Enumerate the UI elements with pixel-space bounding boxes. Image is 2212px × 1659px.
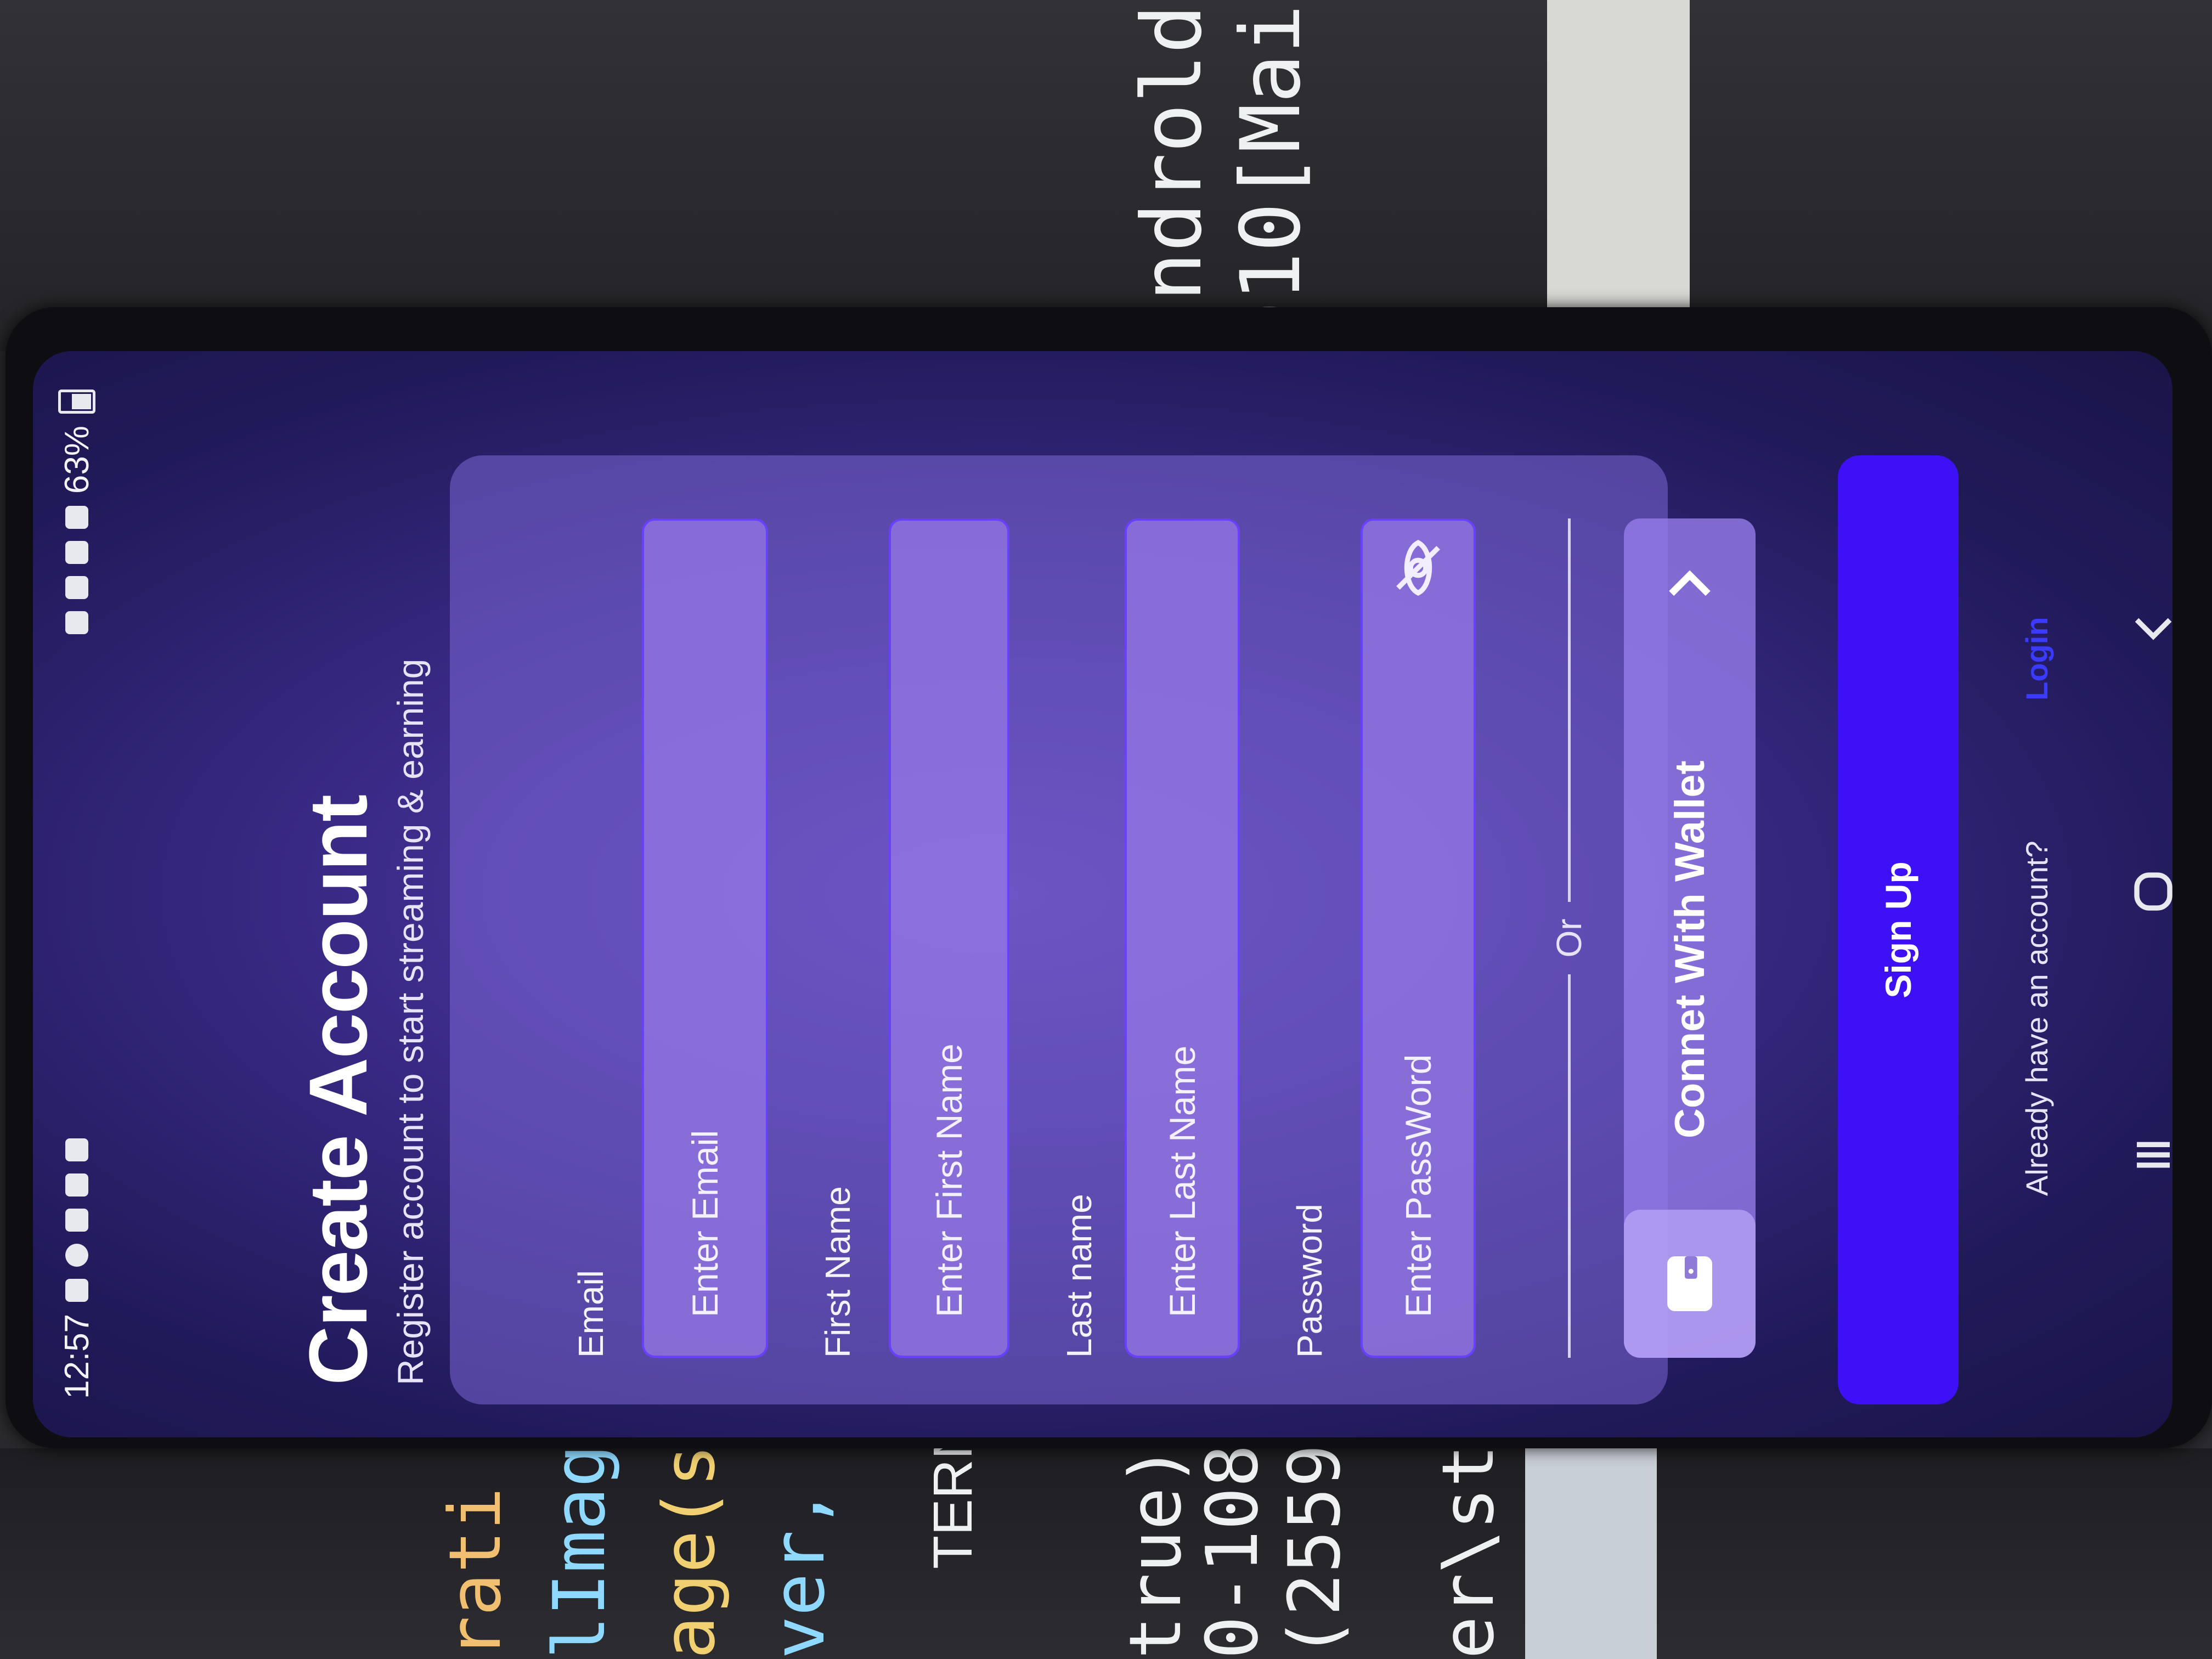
bg-code-line: ver, [757,1487,840,1659]
or-text: Or [1549,918,1589,958]
or-divider: Or [1547,518,1591,1358]
notification-icon [65,1173,88,1197]
monitor-light-strip-bottom [1525,1432,1657,1659]
last-name-input[interactable]: Enter Last Name [1125,518,1240,1358]
bg-code-line: 0-108 [1190,1444,1274,1659]
password-label: Password [1290,1204,1329,1358]
bg-code-line: androld.F [1125,0,1220,351]
connect-wallet-button[interactable]: Connet With Wallet [1624,518,1756,1358]
page-title: Create Account [292,795,384,1385]
monitor-bottom [0,1448,2212,1659]
connect-wallet-label: Connet With Wallet [1666,760,1713,1138]
bg-code-line: 010[MainAc [1223,0,1319,351]
bg-code-line: age(s [647,1444,731,1659]
wallet-icon [1667,1256,1712,1311]
navigation-bar [2112,549,2200,1317]
bg-code-line: (2559 [1273,1444,1356,1659]
monitor-top [0,0,2212,351]
first-name-input[interactable]: Enter First Name [889,518,1009,1358]
password-input[interactable]: Enter PassWord [1361,518,1476,1358]
phone-screen: 12:57 63% Create Account Register accoun… [33,351,2172,1437]
create-account-screen: 12:57 63% Create Account Register accoun… [33,351,2172,1437]
wifi-icon [65,541,88,565]
chevron-right-icon [1669,570,1711,596]
mute-icon [65,576,88,600]
battery-icon [58,390,95,414]
already-have-account-text: Already have an account? [2019,840,2054,1196]
whatsapp-icon [65,1243,88,1267]
first-name-label: First Name [818,1186,857,1358]
email-label: Email [571,1269,611,1358]
bg-code-line: rati [433,1487,517,1659]
status-time: 12:57 [58,1313,96,1399]
recent-apps-icon[interactable] [2129,1130,2178,1180]
alarm-icon [65,611,88,635]
password-placeholder: Enter PassWord [1398,1054,1438,1317]
last-name-label: Last name [1059,1194,1099,1358]
page-subtitle: Register account to start streaming & ea… [390,658,431,1385]
eye-off-icon[interactable] [1388,538,1448,598]
message-icon [65,1278,88,1302]
status-bar: 12:57 63% [33,351,121,1437]
battery-percent: 63% [58,426,96,494]
bg-code-line: lImag [538,1444,621,1659]
notification-icon [65,1208,88,1232]
email-input[interactable]: Enter Email [642,518,768,1358]
divider-line [1567,974,1571,1358]
status-right: 63% [58,390,97,635]
monitor-light-strip-top [1547,0,1690,357]
sign-up-button[interactable]: Sign Up [1838,455,1959,1404]
status-left: 12:57 [58,1138,97,1399]
divider-line [1567,518,1571,902]
login-prompt: Already have an account? Login [2019,617,2055,1196]
notification-icon [65,1138,88,1161]
bg-code-line: true) [1114,1444,1197,1659]
back-icon[interactable] [2129,603,2178,653]
signal-icon [65,506,88,529]
login-link[interactable]: Login [2019,617,2054,700]
wallet-icon-box [1624,1210,1756,1358]
home-icon[interactable] [2129,867,2178,916]
